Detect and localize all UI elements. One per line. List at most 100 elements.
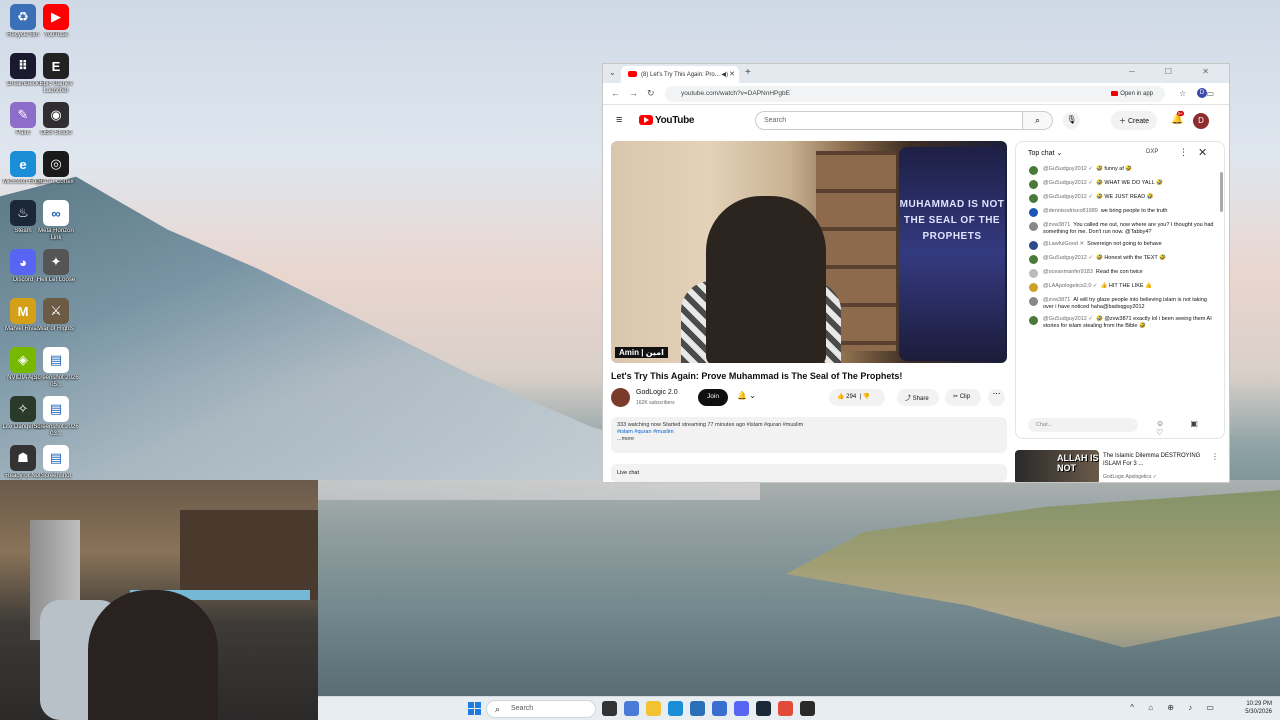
share-button[interactable]: ⤴ Share: [897, 389, 939, 406]
taskbar-task-view-icon[interactable]: [602, 701, 617, 716]
taskbar-store-icon[interactable]: [690, 701, 705, 716]
clip-button[interactable]: ✂ Clip: [945, 389, 981, 406]
chat-author[interactable]: @zvw3871: [1043, 297, 1070, 303]
chat-message[interactable]: @GuSudguy2012 ✓ 🤣 Honest with the TEXT 🤣: [1016, 255, 1216, 264]
chat-message[interactable]: @zvw3871 AI will try glaze people into be…: [1016, 297, 1216, 311]
microphone-icon[interactable]: 🎙: [1063, 112, 1080, 129]
chat-tools[interactable]: ☺ ▣ ♡: [1156, 419, 1224, 437]
taskbar-razer-icon[interactable]: [800, 701, 815, 716]
channel-name[interactable]: GodLogic 2.0: [636, 389, 678, 396]
chat-input[interactable]: Chat...: [1028, 418, 1138, 432]
chat-author[interactable]: @LawfulGood ✕: [1043, 241, 1084, 247]
address-input[interactable]: youtube.com/watch?v=DAPNnHPgbE: [665, 86, 1165, 102]
system-tray[interactable]: ^ ⌂ ⊕ ♪ ▭: [1130, 703, 1220, 712]
desktop-icon[interactable]: ∞ Meta Horizon Link: [33, 200, 79, 242]
chat-scrollbar[interactable]: [1220, 172, 1223, 212]
taskbar-discord-icon[interactable]: [734, 701, 749, 716]
subscribe-bell-icon[interactable]: 🔔 ⌄: [737, 391, 756, 400]
chat-author[interactable]: @GuSudguy2012 ✓: [1043, 166, 1093, 172]
recommended-more-icon[interactable]: ⋮: [1211, 452, 1219, 461]
window-controls[interactable]: ─ ☐ ✕: [1129, 67, 1223, 76]
desktop-icon[interactable]: ◉ OBS Studio: [33, 102, 79, 137]
description-box[interactable]: 333 watching now Started streaming 77 mi…: [611, 417, 1007, 453]
chat-message[interactable]: @GuSudguy2012 ✓ 🤣 WE JUST READ 🤣: [1016, 194, 1216, 203]
reload-icon[interactable]: ↻: [647, 88, 655, 99]
chat-author[interactable]: @GuSudguy2012 ✓: [1043, 316, 1093, 322]
taskbar-chrome-icon[interactable]: [778, 701, 793, 716]
desktop-icon[interactable]: ✦ Hell Let Loose: [33, 249, 79, 284]
chat-message[interactable]: @GuSudguy2012 ✓ 🤣 @zvw3871 exactly lol i …: [1016, 316, 1216, 330]
join-button[interactable]: Join: [698, 389, 728, 406]
open-in-app-button[interactable]: Open in app: [1111, 91, 1153, 97]
recommended-video[interactable]: ALLAH IS NOT The Islamic Dilemma DESTROY…: [1015, 450, 1221, 482]
desktop-icon[interactable]: ◎ Razer Cortex: [33, 151, 79, 186]
video-overlay-text: MUHAMMAD IS NOT THE SEAL OF THE PROPHETS: [899, 199, 1005, 242]
obs-icon: ◉: [43, 102, 69, 128]
notification-badge: 9+: [1177, 111, 1185, 116]
taskbar-copilot-icon[interactable]: [624, 701, 639, 716]
desktop-icon[interactable]: ⚔ War of Rights: [33, 298, 79, 333]
chat-text: 🤣 WHAT WE DO YALL 🤣: [1095, 180, 1163, 186]
chat-author-avatar: [1029, 297, 1038, 306]
video-player[interactable]: MUHAMMAD IS NOT THE SEAL OF THE PROPHETS…: [611, 141, 1007, 363]
chat-message[interactable]: @LAApologetics2.0 ✓ 👍 HIT THE LIKE 👍: [1016, 283, 1216, 292]
taskbar-search[interactable]: ⌕ Search: [486, 700, 596, 718]
taskbar-edge-icon[interactable]: [668, 701, 683, 716]
chat-author[interactable]: @oceanmanfer9183: [1043, 269, 1093, 275]
search-icon[interactable]: ⌕: [1023, 111, 1053, 130]
recommended-thumbnail[interactable]: ALLAH IS NOT: [1015, 450, 1099, 482]
desktop-icon[interactable]: ▶ YouTube: [33, 4, 79, 39]
youtube-logo[interactable]: YouTube: [639, 115, 695, 126]
chat-author[interactable]: @GuSudguy2012 ✓: [1043, 255, 1093, 261]
start-icon[interactable]: [468, 702, 482, 716]
like-button[interactable]: 👍 294 | 👎: [829, 389, 885, 406]
youtube-search-input[interactable]: Search: [755, 111, 1023, 130]
chat-author[interactable]: @zvw3871: [1043, 222, 1070, 228]
account-avatar[interactable]: D: [1193, 113, 1209, 129]
top-chat-dropdown[interactable]: Top chat ⌄: [1028, 150, 1062, 157]
chat-author[interactable]: @dennisodrisco81989: [1043, 208, 1098, 214]
desktop-icon[interactable]: E Epic Games Launcher: [33, 53, 79, 95]
chat-close-icon[interactable]: ✕: [1198, 146, 1207, 159]
menu-icon[interactable]: ≡: [616, 114, 622, 126]
subscriber-count: 162K subscribers: [636, 400, 675, 406]
chat-text: 🤣 Honest with the TEXT 🤣: [1095, 255, 1167, 261]
desktop-icon[interactable]: ▤ Screenshot: [33, 445, 79, 480]
notifications-icon[interactable]: 🔔 9+: [1171, 111, 1185, 125]
chat-message[interactable]: @LawfulGood ✕ Sovereign not going to beha…: [1016, 241, 1216, 250]
description-hashtags[interactable]: #islam #quran #muslim: [617, 429, 1001, 436]
browser-profile-avatar[interactable]: D: [1197, 88, 1207, 98]
chat-author-avatar: [1029, 194, 1038, 203]
recommended-title[interactable]: The Islamic Dilemma DESTROYING ISLAM For…: [1103, 452, 1209, 468]
tab-search-icon[interactable]: ⌄: [609, 68, 616, 77]
more-actions-icon[interactable]: ⋯: [988, 389, 1005, 406]
new-tab-icon[interactable]: +: [745, 67, 751, 78]
taskbar-steam-icon[interactable]: [756, 701, 771, 716]
taskbar-draw-icon[interactable]: [712, 701, 727, 716]
create-button[interactable]: ＋ Create: [1111, 111, 1157, 130]
chat-message[interactable]: @GuSudguy2012 ✓ 🤣 funny af 🤣: [1016, 166, 1216, 175]
forward-icon[interactable]: →: [629, 88, 638, 98]
description-more-link[interactable]: ...more: [617, 436, 1001, 443]
chat-messages: @GuSudguy2012 ✓ 🤣 funny af 🤣 @GuSudguy2012…: [1016, 166, 1216, 335]
chat-author[interactable]: @GuSudguy2012 ✓: [1043, 194, 1093, 200]
taskbar-file-explorer-icon[interactable]: [646, 701, 661, 716]
taskbar-clock[interactable]: 10:29 PM 5/30/2026: [1245, 700, 1272, 716]
desktop-icon[interactable]: ▤ Screenshot 2026 05...: [33, 347, 79, 389]
taskbar: ⌕ Search ^ ⌂ ⊕ ♪ ▭ 10:29 PM 5/30/2026: [318, 696, 1280, 720]
chat-message[interactable]: @dennisodrisco81989 we bring people to th…: [1016, 208, 1216, 217]
chat-author-avatar: [1029, 316, 1038, 325]
browser-tab-active[interactable]: (8) Let's Try This Again: Pro... ◀) ✕: [621, 66, 739, 83]
tab-close-icon[interactable]: ✕: [729, 70, 735, 78]
live-chat-toggle[interactable]: Live chat: [611, 464, 1007, 482]
chat-more-icon[interactable]: ⋮: [1179, 147, 1188, 158]
chat-message[interactable]: @zvw3871 You called me out, now where are…: [1016, 222, 1216, 236]
back-icon[interactable]: ←: [611, 88, 620, 98]
chat-message[interactable]: @oceanmanfer9183 Read the con twice: [1016, 269, 1216, 278]
chat-message[interactable]: @GuSudguy2012 ✓ 🤣 WHAT WE DO YALL 🤣: [1016, 180, 1216, 189]
channel-avatar[interactable]: [611, 388, 630, 407]
desktop-icon[interactable]: ▤ Screenshot 2026 03...: [33, 396, 79, 438]
share-label: Share: [912, 396, 929, 402]
chat-author[interactable]: @LAApologetics2.0 ✓: [1043, 283, 1098, 289]
chat-author[interactable]: @GuSudguy2012 ✓: [1043, 180, 1093, 186]
